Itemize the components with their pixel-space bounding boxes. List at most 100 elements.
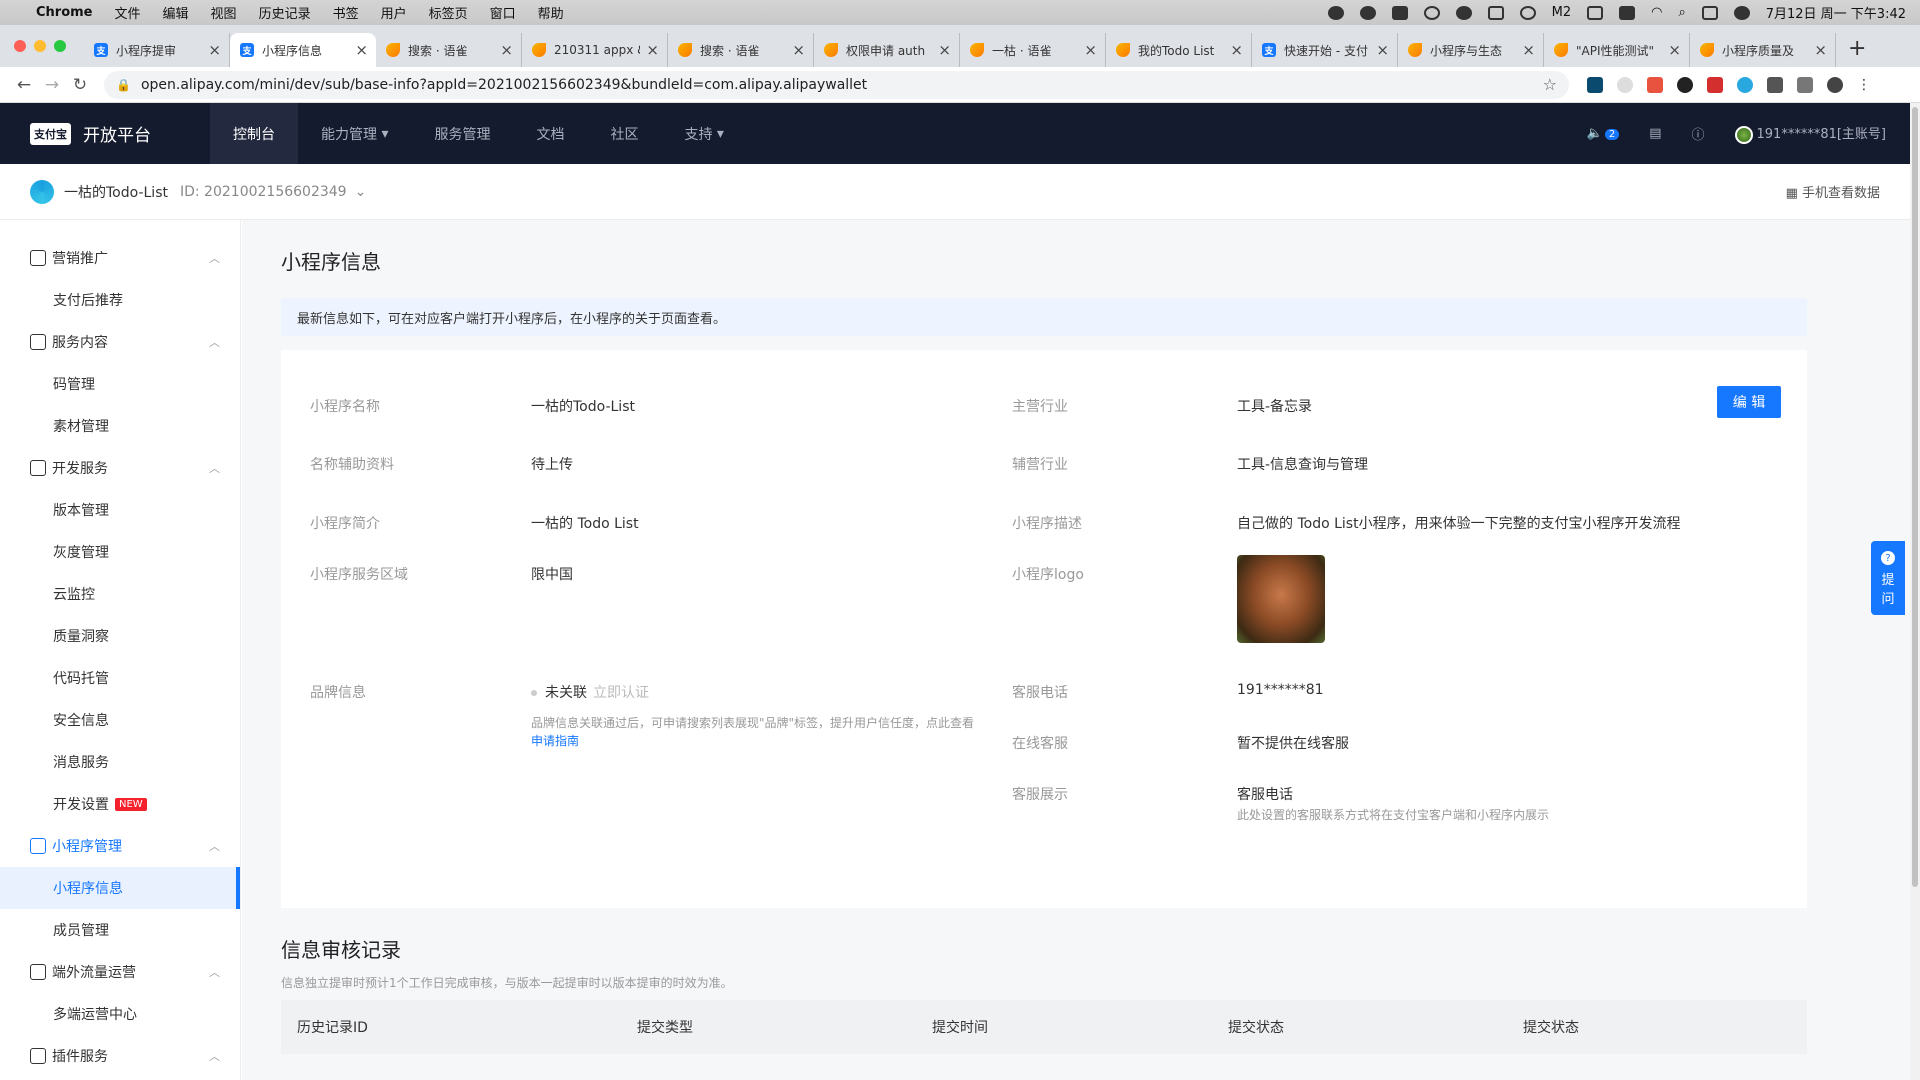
sidebar-item-members[interactable]: 成员管理 <box>0 909 240 951</box>
control-center-icon[interactable] <box>1701 5 1718 20</box>
address-bar[interactable]: 🔒 open.alipay.com/mini/dev/sub/base-info… <box>104 70 1569 99</box>
close-tab-icon[interactable]: × <box>1376 41 1389 59</box>
menu-file[interactable]: 文件 <box>115 3 141 22</box>
chevron-down-icon[interactable]: ⌄ <box>355 184 367 200</box>
close-tab-icon[interactable]: × <box>500 41 513 59</box>
extension-react-icon[interactable] <box>1587 76 1603 93</box>
browser-tab[interactable]: 我的Todo List × <box>1106 33 1252 67</box>
close-tab-icon[interactable]: × <box>1668 41 1681 59</box>
nav-capability[interactable]: 能力管理 ▾ <box>298 103 411 164</box>
new-tab-button[interactable]: + <box>1848 36 1866 61</box>
page-scrollbar[interactable] <box>1910 103 1920 1080</box>
sidebar-group-marketing[interactable]: 营销推广 ︿ <box>0 237 240 279</box>
sidebar-group-plugin[interactable]: 插件服务 ︿ <box>0 1035 240 1077</box>
close-tab-icon[interactable]: × <box>1230 41 1243 59</box>
battery-icon[interactable] <box>1619 5 1636 20</box>
close-window-icon[interactable] <box>14 40 26 52</box>
close-tab-icon[interactable]: × <box>646 41 659 59</box>
nav-service[interactable]: 服务管理 <box>411 103 513 164</box>
brand-certify-link[interactable]: 立即认证 <box>593 685 649 701</box>
extensions-puzzle-icon[interactable] <box>1767 76 1783 93</box>
sidebar-item-dev-settings[interactable]: 开发设置 NEW <box>0 783 240 825</box>
menu-bookmarks[interactable]: 书签 <box>333 3 359 22</box>
app-id[interactable]: ID: 2021002156602349 <box>180 184 347 200</box>
close-tab-icon[interactable]: × <box>792 41 805 59</box>
browser-tab[interactable]: 小程序质量及 × <box>1690 33 1836 67</box>
vpn-shield-icon[interactable] <box>1327 5 1344 20</box>
edit-button[interactable]: 编 辑 <box>1717 386 1781 418</box>
browser-tab[interactable]: 搜索 · 语雀 × <box>376 33 522 67</box>
browser-tab[interactable]: "API性能测试" × <box>1544 33 1690 67</box>
close-tab-icon[interactable]: × <box>938 41 951 59</box>
menu-history[interactable]: 历史记录 <box>259 3 311 22</box>
url-text[interactable]: open.alipay.com/mini/dev/sub/base-info?a… <box>141 77 867 93</box>
reading-list-icon[interactable] <box>1797 76 1813 93</box>
search-icon[interactable]: ⌕ <box>1678 5 1685 20</box>
sidebar-item-after-pay[interactable]: 支付后推荐 <box>0 279 240 321</box>
extension-pdf-icon[interactable] <box>1707 76 1723 93</box>
lock-icon[interactable]: 🔒 <box>116 78 131 92</box>
sidebar-item-message[interactable]: 消息服务 <box>0 741 240 783</box>
cloud-icon[interactable] <box>1423 5 1440 20</box>
sync-icon[interactable] <box>1519 5 1536 20</box>
sidebar-item-code[interactable]: 码管理 <box>0 363 240 405</box>
m-badge-icon[interactable]: M2 <box>1552 5 1572 20</box>
menu-help[interactable]: 帮助 <box>538 3 564 22</box>
extension-camera-icon[interactable] <box>1617 76 1633 93</box>
close-tab-icon[interactable]: × <box>1084 41 1097 59</box>
reload-icon[interactable]: ↻ <box>66 75 94 95</box>
sidebar-item-gray[interactable]: 灰度管理 <box>0 531 240 573</box>
profile-icon[interactable] <box>1827 76 1843 93</box>
sidebar-group-miniapp[interactable]: 小程序管理 ︿ <box>0 825 240 867</box>
menu-app-name[interactable]: Chrome <box>36 5 93 20</box>
sidebar-item-material[interactable]: 素材管理 <box>0 405 240 447</box>
help-icon[interactable]: ⓘ <box>1691 124 1704 143</box>
browser-tab[interactable]: 支小程序提审 × <box>84 33 230 67</box>
sidebar-item-quality[interactable]: 质量洞察 <box>0 615 240 657</box>
grid-icon[interactable] <box>1587 5 1604 20</box>
square-icon[interactable] <box>1487 5 1504 20</box>
menu-edit[interactable]: 编辑 <box>163 3 189 22</box>
nav-docs[interactable]: 文档 <box>513 103 587 164</box>
nav-support[interactable]: 支持 ▾ <box>661 103 746 164</box>
ask-question-button[interactable]: ? 提 问 <box>1871 541 1905 615</box>
sidebar-item-version[interactable]: 版本管理 <box>0 489 240 531</box>
forward-icon[interactable]: → <box>38 75 66 95</box>
extension-github-icon[interactable] <box>1677 76 1693 93</box>
bookmark-star-icon[interactable]: ☆ <box>1543 75 1557 94</box>
app-name[interactable]: 一枯的Todo-List <box>64 182 168 202</box>
browser-tab[interactable]: 支小程序信息 × <box>230 33 376 67</box>
task-list-icon[interactable]: ▤ <box>1649 126 1661 141</box>
extension-shield-icon[interactable] <box>1737 76 1753 93</box>
menu-view[interactable]: 视图 <box>211 3 237 22</box>
sidebar-item-security[interactable]: 安全信息 <box>0 699 240 741</box>
close-tab-icon[interactable]: × <box>1522 41 1535 59</box>
extension-tool-icon[interactable] <box>1647 76 1663 93</box>
back-icon[interactable]: ← <box>10 75 38 95</box>
zoom-window-icon[interactable] <box>54 40 66 52</box>
browser-tab[interactable]: 210311 appx & × <box>522 33 668 67</box>
close-tab-icon[interactable]: × <box>1814 41 1827 59</box>
sidebar-item-miniapp-info[interactable]: 小程序信息 <box>0 867 240 909</box>
nav-community[interactable]: 社区 <box>587 103 661 164</box>
wifi-icon[interactable]: ◠ <box>1651 5 1662 20</box>
browser-tab[interactable]: 一枯 · 语雀 × <box>960 33 1106 67</box>
menu-profiles[interactable]: 用户 <box>381 3 407 22</box>
nav-console[interactable]: 控制台 <box>210 103 298 164</box>
browser-tab[interactable]: 支快速开始 - 支付 × <box>1252 33 1398 67</box>
scrollbar-thumb[interactable] <box>1912 107 1918 887</box>
minimize-window-icon[interactable] <box>34 40 46 52</box>
menu-window[interactable]: 窗口 <box>490 3 516 22</box>
sidebar-item-code-hosting[interactable]: 代码托管 <box>0 657 240 699</box>
close-tab-icon[interactable]: × <box>208 41 221 59</box>
sidebar-item-monitor[interactable]: 云监控 <box>0 573 240 615</box>
browser-tab[interactable]: 搜索 · 语雀 × <box>668 33 814 67</box>
account-menu[interactable]: 191******81[主账号] <box>1734 123 1886 144</box>
browser-tab[interactable]: 小程序与生态 × <box>1398 33 1544 67</box>
sidebar-group-content[interactable]: 服务内容 ︿ <box>0 321 240 363</box>
close-tab-icon[interactable]: × <box>355 41 368 59</box>
browser-menu-icon[interactable]: ⋮ <box>1857 77 1871 93</box>
sidebar-group-traffic[interactable]: 端外流量运营 ︿ <box>0 951 240 993</box>
record-icon[interactable] <box>1455 5 1472 20</box>
check-icon[interactable] <box>1359 5 1376 20</box>
